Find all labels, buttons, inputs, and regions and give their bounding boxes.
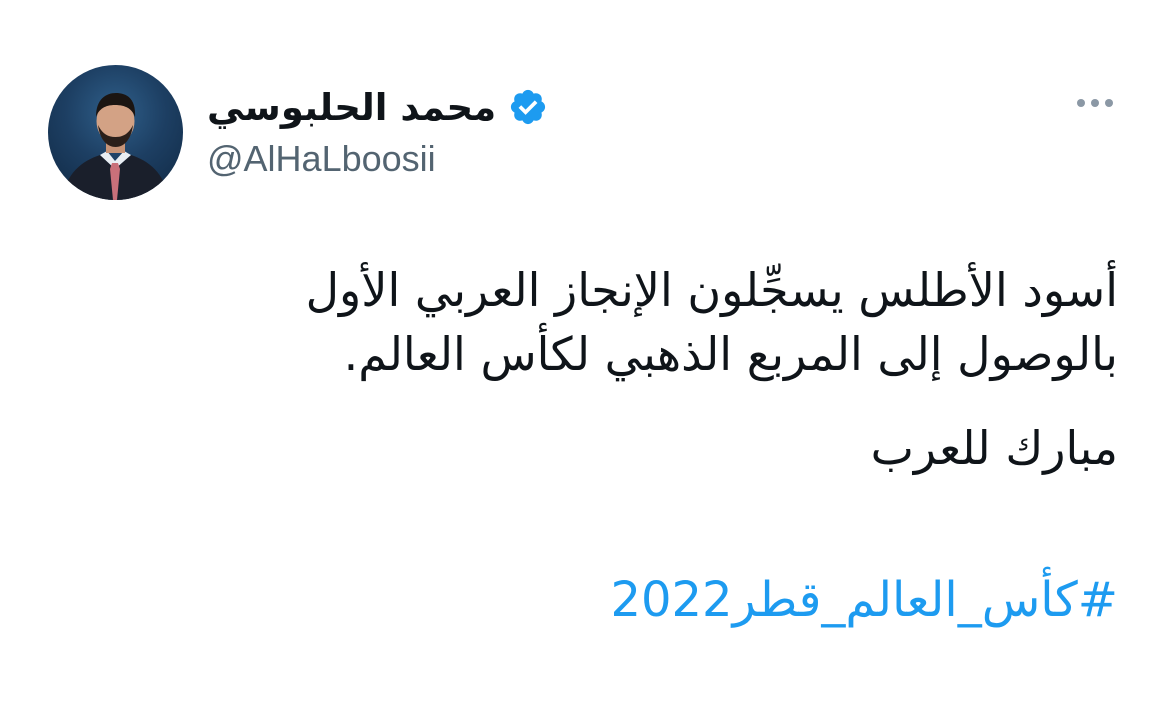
tweet-paragraph: مبارك للعرب: [870, 421, 1118, 475]
more-horizontal-icon-dot: [1091, 99, 1099, 107]
more-options-button[interactable]: [1070, 88, 1120, 118]
more-horizontal-icon: [1077, 99, 1085, 107]
more-horizontal-icon-dot: [1105, 99, 1113, 107]
profile-photo: [62, 93, 169, 200]
tweet-text: أسود الأطلس يسجِّلون الإنجاز العربي الأو…: [118, 258, 1118, 480]
name-row: محمد الحلبوسي: [207, 79, 548, 135]
hashtag-link[interactable]: #كأس_العالم_قطر2022: [610, 568, 1118, 632]
author-identity: محمد الحلبوسي @AlHaLboosii: [207, 75, 587, 185]
author-handle[interactable]: @AlHaLboosii: [207, 141, 436, 177]
author-display-name[interactable]: محمد الحلبوسي: [207, 89, 496, 126]
tweet-line: بالوصول إلى المربع الذهبي لكأس العالم.: [343, 327, 1118, 381]
avatar[interactable]: [48, 65, 183, 200]
verified-badge-icon: [511, 89, 546, 125]
tweet-line: أسود الأطلس يسجِّلون الإنجاز العربي الأو…: [305, 263, 1118, 317]
